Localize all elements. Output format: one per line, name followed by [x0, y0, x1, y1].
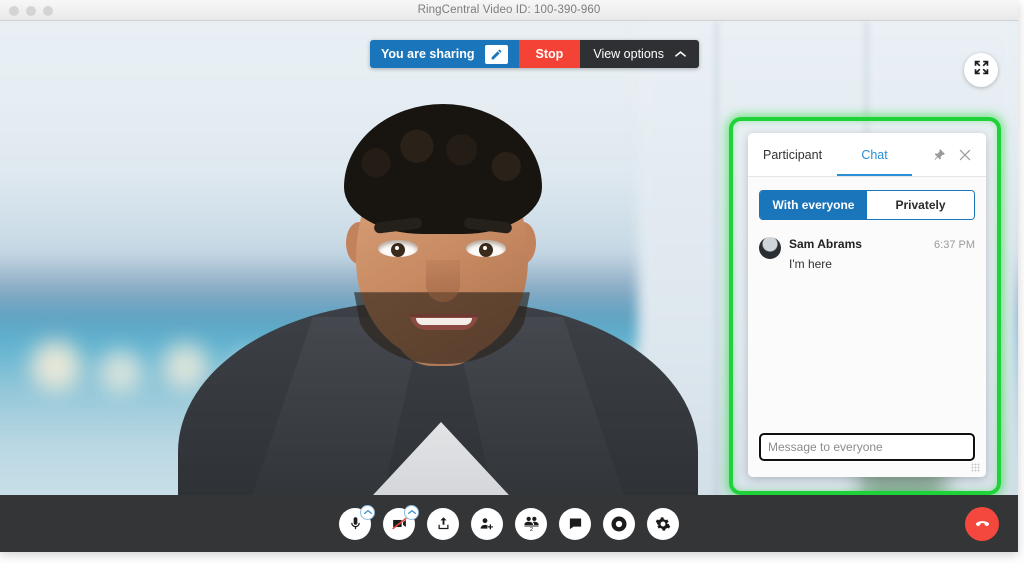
window-pane	[715, 21, 718, 552]
record-button[interactable]	[603, 507, 635, 540]
screen-share-bar: You are sharing Stop View options	[370, 40, 699, 68]
chat-bubble-icon	[569, 518, 581, 530]
segment-privately[interactable]: Privately	[867, 191, 974, 219]
gear-icon	[655, 516, 671, 531]
chat-button[interactable]	[559, 507, 591, 540]
participants-button[interactable]: 2	[515, 507, 547, 540]
microphone-options-badge[interactable]	[360, 504, 375, 520]
tab-chat[interactable]: Chat	[837, 135, 912, 176]
participants-count: 2	[529, 527, 532, 532]
pencil-icon[interactable]	[484, 44, 508, 64]
mouth	[410, 314, 478, 330]
share-screen-button[interactable]	[427, 507, 459, 540]
message-author: Sam Abrams	[789, 237, 862, 251]
message-timestamp: 6:37 PM	[934, 239, 975, 251]
participants-icon: 2	[523, 516, 539, 532]
resize-grip-icon[interactable]	[971, 463, 980, 472]
video-button[interactable]	[383, 504, 419, 540]
share-upload-icon	[438, 517, 448, 530]
microphone-button[interactable]	[339, 504, 375, 540]
tab-participant[interactable]: Participant	[759, 135, 826, 174]
stop-label: Stop	[535, 47, 564, 61]
window-title: RingCentral Video ID: 100-390-960	[417, 4, 601, 16]
pin-icon[interactable]	[929, 145, 949, 165]
chat-message: Sam Abrams 6:37 PM I'm here	[759, 237, 975, 271]
expand-fullscreen-icon	[973, 59, 990, 81]
hair	[344, 104, 542, 234]
chevron-up-icon	[675, 47, 686, 61]
chat-message-list: Sam Abrams 6:37 PM I'm here	[748, 220, 986, 423]
end-call-button[interactable]	[965, 506, 999, 541]
stop-sharing-button[interactable]: Stop	[518, 40, 581, 68]
segment-with-everyone[interactable]: With everyone	[760, 191, 867, 219]
settings-button[interactable]	[647, 507, 679, 540]
microphone-icon	[350, 517, 360, 530]
close-icon[interactable]	[955, 145, 975, 165]
eye-right	[466, 240, 506, 257]
meeting-toolbar: 2	[0, 495, 1018, 552]
expand-fullscreen-button[interactable]	[964, 53, 998, 87]
sharing-status-label: You are sharing	[381, 47, 475, 61]
record-icon	[611, 516, 627, 531]
chat-panel-tabs: Participant Chat	[748, 133, 986, 177]
invite-button[interactable]	[471, 507, 503, 540]
chat-composer	[748, 423, 986, 477]
app-window: RingCentral Video ID: 100-390-960 You ar…	[0, 0, 1018, 552]
message-input[interactable]	[758, 432, 976, 462]
chat-panel: Participant Chat With everyone Privately…	[748, 133, 986, 477]
view-options-label: View options	[593, 47, 664, 61]
participant-video-person	[178, 82, 698, 552]
chevron-up-icon	[407, 509, 416, 514]
message-text: I'm here	[789, 257, 832, 271]
sharing-status: You are sharing	[370, 40, 519, 68]
video-stage: You are sharing Stop View options Partic…	[0, 21, 1018, 552]
nose	[426, 260, 460, 302]
video-off-icon	[391, 517, 407, 530]
eye-left	[378, 240, 418, 257]
chat-audience-toggle[interactable]: With everyone Privately	[759, 190, 975, 220]
video-options-badge[interactable]	[404, 504, 419, 520]
title-bar: RingCentral Video ID: 100-390-960	[0, 0, 1018, 21]
view-options-button[interactable]: View options	[580, 40, 699, 68]
avatar	[759, 237, 781, 259]
add-participant-icon	[480, 517, 493, 529]
phone-hangup-icon	[975, 521, 989, 527]
chevron-up-icon	[363, 509, 372, 514]
